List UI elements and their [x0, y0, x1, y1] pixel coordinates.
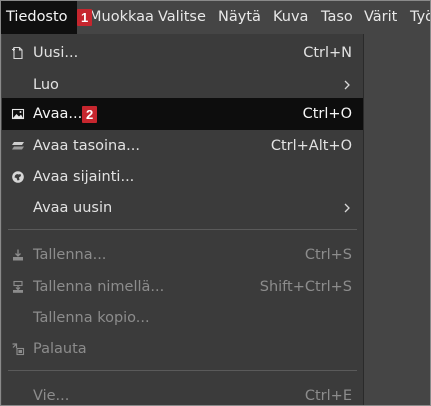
- save-icon: [13, 249, 23, 261]
- menu-muokkaa-label: Muokkaa: [89, 9, 154, 25]
- revert-icon: [12, 343, 25, 356]
- callout-badge-2: 2: [82, 106, 98, 123]
- menu-item-open-recent[interactable]: Avaa uusin: [2, 192, 363, 224]
- menu-item-export[interactable]: Vie... Ctrl+E: [2, 380, 363, 405]
- menu-varit[interactable]: Värit: [364, 1, 397, 34]
- menu-item-export-shortcut: Ctrl+E: [304, 388, 352, 404]
- menu-item-open-location-label: Avaa sijainti...: [33, 169, 135, 185]
- menu-item-save-as[interactable]: Tallenna nimellä... Shift+Ctrl+S: [2, 271, 363, 303]
- menu-item-save-as-label: Tallenna nimellä...: [33, 279, 165, 295]
- menu-item-open-label: Avaa...: [33, 106, 83, 122]
- open-image-icon: [11, 108, 25, 120]
- menubar: Tiedosto 1 Muokkaa Valitse Näytä Kuva Ta…: [1, 1, 430, 34]
- location-icon: [12, 171, 24, 183]
- menu-nayta-label: Näytä: [218, 9, 261, 25]
- menu-item-open-as-layers[interactable]: Avaa tasoina... Ctrl+Alt+O: [2, 130, 363, 162]
- menu-item-create[interactable]: Luo: [2, 69, 363, 101]
- menu-item-open-recent-label: Avaa uusin: [33, 200, 113, 216]
- menu-valitse[interactable]: Valitse: [158, 1, 206, 34]
- chevron-right-icon: [344, 80, 350, 90]
- menu-item-save-shortcut: Ctrl+S: [304, 247, 352, 263]
- menu-item-save[interactable]: Tallenna... Ctrl+S: [2, 239, 363, 271]
- menu-item-create-label: Luo: [33, 77, 59, 93]
- menu-tiedosto[interactable]: Tiedosto: [1, 1, 77, 34]
- menu-tiedosto-label: Tiedosto: [6, 9, 68, 25]
- menu-tyokalut[interactable]: Työ: [410, 1, 430, 34]
- menu-kuva[interactable]: Kuva: [273, 1, 308, 34]
- menu-item-save-copy[interactable]: Tallenna kopio...: [2, 302, 363, 334]
- open-as-layers-icon: [12, 142, 24, 150]
- save-as-icon: [13, 280, 23, 293]
- menu-item-new-shortcut: Ctrl+N: [303, 45, 352, 61]
- file-menu-dropdown: Uusi... Ctrl+N Luo Avaa... 2 Ctrl+O Avaa…: [2, 34, 364, 405]
- menu-item-new[interactable]: Uusi... Ctrl+N: [2, 37, 363, 69]
- menu-valitse-label: Valitse: [158, 9, 206, 25]
- menu-item-open-shortcut: Ctrl+O: [302, 106, 352, 122]
- menu-item-open-location[interactable]: Avaa sijainti...: [2, 161, 363, 193]
- callout-badge-1: 1: [77, 9, 93, 26]
- menu-varit-label: Värit: [364, 9, 398, 25]
- menu-kuva-label: Kuva: [273, 9, 309, 25]
- menu-item-new-label: Uusi...: [33, 45, 79, 61]
- new-image-icon: [12, 46, 23, 60]
- menu-item-export-label: Vie...: [33, 388, 70, 404]
- menu-item-revert-label: Palauta: [33, 341, 87, 357]
- menu-muokkaa[interactable]: Muokkaa: [89, 1, 154, 34]
- menu-taso-label: Taso: [321, 9, 353, 25]
- menu-item-open-as-layers-shortcut: Ctrl+Alt+O: [270, 138, 352, 154]
- menu-item-open-as-layers-label: Avaa tasoina...: [33, 138, 140, 154]
- chevron-right-icon: [344, 203, 350, 213]
- menu-item-save-label: Tallenna...: [33, 247, 107, 263]
- menu-nayta[interactable]: Näytä: [218, 1, 261, 34]
- app-window: Tiedosto 1 Muokkaa Valitse Näytä Kuva Ta…: [0, 0, 431, 406]
- menu-item-save-copy-label: Tallenna kopio...: [33, 310, 150, 326]
- menu-taso[interactable]: Taso: [321, 1, 353, 34]
- menu-item-revert[interactable]: Palauta: [2, 333, 363, 365]
- menu-item-save-as-shortcut: Shift+Ctrl+S: [259, 279, 352, 295]
- menu-separator: [8, 229, 357, 230]
- menu-item-open[interactable]: Avaa... 2 Ctrl+O: [2, 98, 363, 130]
- menu-separator: [8, 370, 357, 371]
- menu-tyokalut-label: Työ: [410, 9, 430, 25]
